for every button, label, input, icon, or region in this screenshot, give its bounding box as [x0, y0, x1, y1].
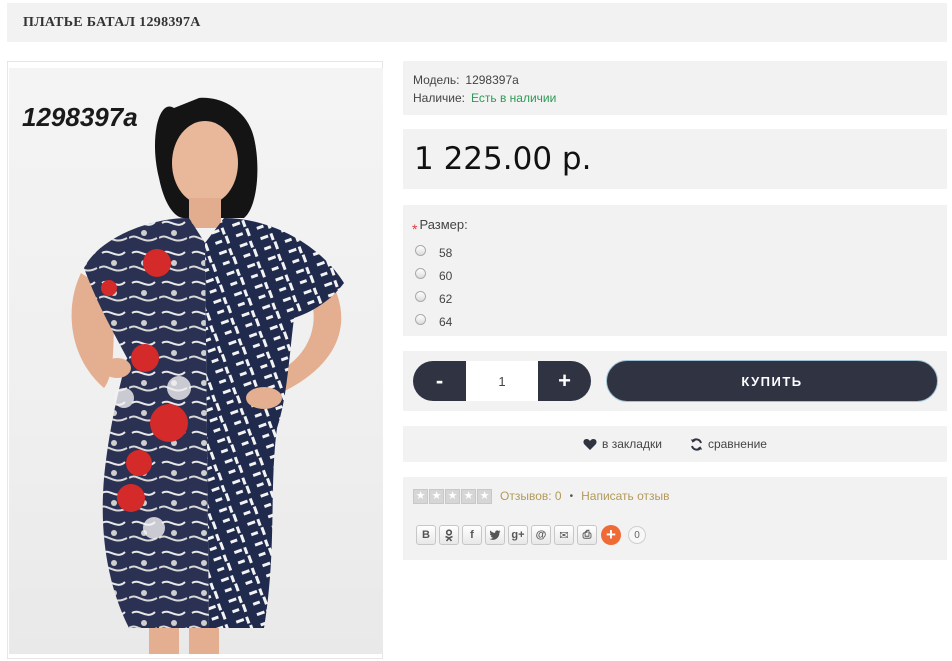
size-option-60[interactable]: 60 — [412, 264, 938, 287]
star-icon: ★ — [461, 488, 476, 504]
quantity-stepper: - + — [413, 361, 591, 401]
quantity-increase-button[interactable]: + — [538, 361, 591, 401]
size-option-header: * Размер: — [412, 217, 938, 237]
mail-at-icon[interactable]: @ — [531, 525, 551, 545]
reviews-count-link[interactable]: Отзывов: 0 — [500, 489, 562, 503]
quantity-input[interactable] — [466, 361, 538, 401]
heart-icon — [583, 438, 597, 450]
separator-dot: • — [569, 490, 574, 502]
required-mark: * — [412, 221, 418, 237]
size-radio-62[interactable] — [415, 291, 426, 302]
stock-status: Есть в наличии — [471, 91, 557, 105]
refresh-icon — [690, 437, 703, 451]
size-value: 62 — [439, 291, 453, 306]
add-to-compare-link[interactable]: сравнение — [690, 437, 767, 451]
product-image-frame[interactable]: 1298397a — [7, 61, 383, 659]
vk-icon[interactable]: В — [416, 525, 436, 545]
model-value: 1298397a — [465, 73, 519, 87]
size-radio-64[interactable] — [415, 314, 426, 325]
model-label: Модель: — [413, 73, 460, 87]
add-to-wishlist-link[interactable]: в закладки — [583, 437, 662, 451]
rating-stars: ★ ★ ★ ★ ★ — [413, 488, 492, 504]
product-image[interactable]: 1298397a — [9, 68, 383, 654]
star-icon: ★ — [445, 488, 460, 504]
twitter-icon[interactable] — [485, 525, 505, 545]
stock-label: Наличие: — [413, 91, 466, 105]
write-review-link[interactable]: Написать отзыв — [581, 489, 669, 503]
size-radio-58[interactable] — [415, 245, 426, 256]
dress-photo-illustration — [71, 97, 344, 654]
size-radio-60[interactable] — [415, 268, 426, 279]
size-value: 64 — [439, 314, 453, 329]
star-icon: ★ — [429, 488, 444, 504]
product-price: 1 225.00 р. — [414, 141, 592, 177]
share-more-icon[interactable]: + — [601, 525, 621, 545]
size-value: 60 — [439, 268, 453, 283]
email-icon[interactable]: ✉ — [554, 525, 574, 545]
purchase-panel: - + КУПИТЬ — [403, 351, 947, 411]
wishlist-label: в закладки — [602, 437, 662, 451]
price-panel: 1 225.00 р. — [403, 129, 947, 189]
product-title: ПЛАТЬЕ БАТАЛ 1298397А — [23, 14, 201, 30]
size-label: Размер: — [419, 217, 468, 232]
facebook-icon[interactable]: f — [462, 525, 482, 545]
star-icon: ★ — [413, 488, 428, 504]
compare-label: сравнение — [707, 437, 767, 451]
product-title-bar: ПЛАТЬЕ БАТАЛ 1298397А — [7, 3, 947, 42]
size-option-58[interactable]: 58 — [412, 241, 938, 264]
print-icon[interactable]: ⎙ — [577, 525, 597, 545]
odnoklassniki-icon[interactable] — [439, 525, 459, 545]
share-counter: 0 — [628, 526, 646, 544]
size-options-panel: * Размер: 58 60 62 64 — [403, 205, 947, 336]
rating-row: ★ ★ ★ ★ ★ Отзывов: 0 • Написать отзыв — [413, 488, 937, 504]
google-plus-icon[interactable]: g+ — [508, 525, 528, 545]
size-option-62[interactable]: 62 — [412, 287, 938, 310]
size-value: 58 — [439, 245, 453, 260]
size-option-64[interactable]: 64 — [412, 310, 938, 333]
reviews-panel: ★ ★ ★ ★ ★ Отзывов: 0 • Написать отзыв В … — [403, 477, 947, 560]
quantity-decrease-button[interactable]: - — [413, 361, 466, 401]
photo-article-code: 1298397a — [22, 102, 138, 132]
stock-row: Наличие: Есть в наличии — [413, 89, 937, 107]
model-row: Модель: 1298397a — [413, 71, 937, 89]
product-info-panel: Модель: 1298397a Наличие: Есть в наличии — [403, 61, 947, 115]
twitter-bird-glyph — [489, 530, 501, 540]
odnoklassniki-glyph — [445, 528, 453, 541]
buy-button[interactable]: КУПИТЬ — [606, 360, 938, 402]
star-icon: ★ — [477, 488, 492, 504]
share-buttons: В f g+ @ ✉ ⎙ + 0 — [416, 525, 646, 545]
product-actions-panel: в закладки сравнение — [403, 426, 947, 462]
